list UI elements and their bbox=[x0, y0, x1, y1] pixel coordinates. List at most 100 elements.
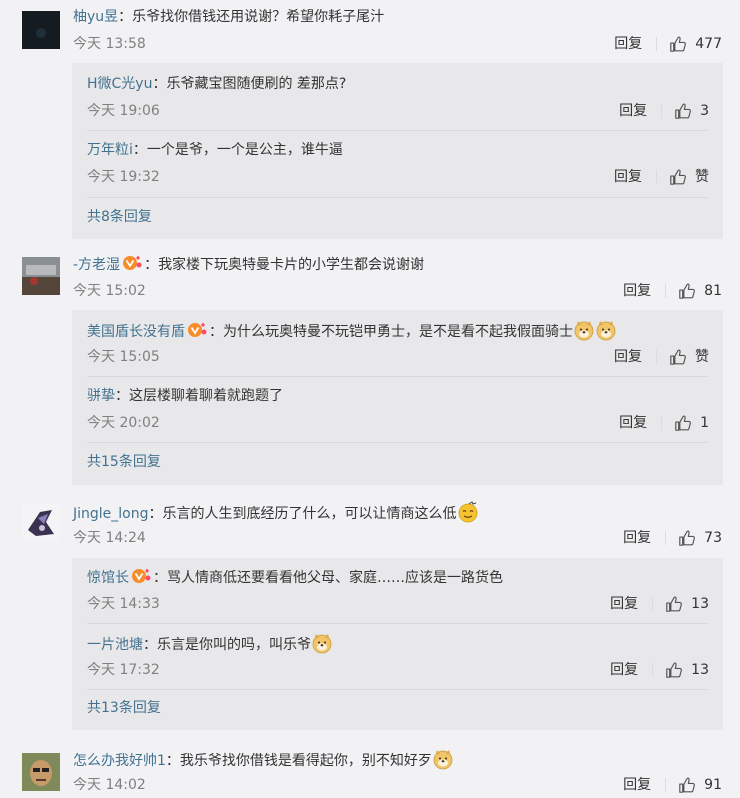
username-link[interactable]: 万年粒i bbox=[87, 142, 133, 158]
like-count: 73 bbox=[704, 530, 722, 546]
divider bbox=[87, 442, 708, 443]
reply-text: 惊馆长 ：骂人情商低还要看看他父母、家庭……应该是一路货色 bbox=[87, 567, 503, 589]
timestamp: 今天 19:32 bbox=[87, 169, 160, 185]
reply-button[interactable]: 回复 bbox=[619, 412, 647, 434]
username-link[interactable]: 惊馆长 bbox=[87, 570, 129, 586]
divider bbox=[656, 170, 657, 184]
like-button[interactable]: 1 bbox=[674, 412, 709, 434]
reply-actions: 回复 3 bbox=[619, 100, 709, 122]
like-button[interactable]: 13 bbox=[665, 593, 709, 615]
like-count: 13 bbox=[691, 596, 709, 612]
like-button[interactable]: 13 bbox=[665, 659, 709, 681]
timestamp: 今天 19:06 bbox=[87, 103, 160, 119]
replies-panel: H微C光yu：乐爷藏宝图随便刷的 差那点? 今天 19:06 回复 3 万年粒i… bbox=[72, 63, 723, 239]
reply-button[interactable]: 回复 bbox=[610, 593, 638, 615]
thumbs-up-icon bbox=[665, 595, 683, 613]
username-link[interactable]: 一片池塘 bbox=[87, 637, 143, 653]
thumbs-up-icon bbox=[678, 776, 696, 794]
reply-actions: 回复 赞 bbox=[614, 166, 709, 188]
like-count: 81 bbox=[704, 283, 722, 299]
comment-actions: 回复 91 bbox=[623, 774, 722, 796]
vip-badge-icon bbox=[121, 254, 143, 272]
divider bbox=[665, 778, 667, 792]
like-button[interactable]: 73 bbox=[678, 527, 722, 549]
reply-button[interactable]: 回复 bbox=[623, 280, 651, 302]
thumbs-up-icon bbox=[669, 35, 687, 53]
timestamp: 今天 13:58 bbox=[73, 36, 146, 52]
username-link[interactable]: 骈挚 bbox=[87, 388, 115, 404]
comment: Jingle_long：乐言的人生到底经历了什么，可以让情商这么低 今天 14:… bbox=[0, 496, 740, 736]
comment: -方老湿 ：我家楼下玩奥特曼卡片的小学生都会说谢谢 今天 15:02 回复 81 … bbox=[0, 248, 740, 486]
comment-text: 柚yu昱：乐爷找你借钱还用说谢？希望你耗子尾汁 bbox=[73, 9, 385, 25]
timestamp: 今天 14:02 bbox=[73, 777, 146, 793]
reply-actions: 回复 13 bbox=[610, 593, 709, 615]
username-link[interactable]: 美国盾长没有盾 bbox=[87, 324, 185, 340]
username-link[interactable]: 柚yu昱 bbox=[73, 9, 118, 25]
like-count: 91 bbox=[704, 777, 722, 793]
reply-text: 万年粒i：一个是爷，一个是公主，谁牛逼 bbox=[87, 142, 343, 158]
reply-actions: 回复 13 bbox=[610, 659, 709, 681]
like-button[interactable]: 3 bbox=[674, 100, 709, 122]
reply-button[interactable]: 回复 bbox=[619, 100, 647, 122]
reply-body: 骂人情商低还要看看他父母、家庭……应该是一路货色 bbox=[167, 570, 503, 586]
comment-body: 我乐爷找你借钱是看得起你，别不知好歹 bbox=[179, 753, 432, 769]
thumbs-up-icon bbox=[678, 529, 696, 547]
doge-emoji-icon bbox=[432, 748, 454, 770]
reply-text: 一片池塘：乐言是你叫的吗，叫乐爷 bbox=[87, 632, 333, 654]
doge-emoji-icon bbox=[595, 319, 617, 341]
thumbs-up-icon bbox=[674, 102, 692, 120]
divider bbox=[652, 597, 654, 611]
timestamp: 今天 17:32 bbox=[87, 662, 160, 678]
comment-actions: 回复 477 bbox=[614, 33, 722, 55]
reply-button[interactable]: 回复 bbox=[614, 346, 642, 368]
reply-actions: 回复 1 bbox=[619, 412, 709, 434]
comment: 柚yu昱：乐爷找你借钱还用说谢？希望你耗子尾汁 今天 13:58 回复 477 … bbox=[0, 0, 740, 240]
comment-actions: 回复 73 bbox=[623, 527, 722, 549]
comment-body: 我家楼下玩奥特曼卡片的小学生都会说谢谢 bbox=[158, 257, 425, 273]
thumbs-up-icon bbox=[678, 282, 696, 300]
avatar[interactable] bbox=[22, 11, 60, 49]
timestamp: 今天 15:05 bbox=[87, 349, 160, 365]
like-button[interactable]: 81 bbox=[678, 280, 722, 302]
like-count: 3 bbox=[700, 103, 709, 119]
reply-body: 乐爷藏宝图随便刷的 差那点? bbox=[166, 76, 347, 92]
avatar[interactable] bbox=[22, 753, 60, 791]
username-link[interactable]: H微C光yu bbox=[87, 76, 152, 92]
reply-button[interactable]: 回复 bbox=[623, 527, 651, 549]
view-more-replies-link[interactable]: 共8条回复 bbox=[87, 207, 152, 227]
reply-button[interactable]: 回复 bbox=[610, 659, 638, 681]
username-link[interactable]: Jingle_long bbox=[73, 506, 149, 522]
divider bbox=[665, 531, 667, 545]
timestamp: 今天 20:02 bbox=[87, 415, 160, 431]
comment-body: 乐爷找你借钱还用说谢？希望你耗子尾汁 bbox=[132, 9, 385, 25]
reply-button[interactable]: 回复 bbox=[623, 774, 651, 796]
vip-badge-icon bbox=[130, 567, 152, 585]
divider bbox=[656, 350, 657, 364]
avatar[interactable] bbox=[22, 504, 60, 542]
avatar[interactable] bbox=[22, 257, 60, 295]
reply-button[interactable]: 回复 bbox=[614, 166, 642, 188]
like-button[interactable]: 477 bbox=[669, 33, 722, 55]
username-link[interactable]: 怎么办我好帅1 bbox=[73, 753, 166, 769]
username-link[interactable]: -方老湿 bbox=[73, 257, 120, 273]
doge-emoji-icon bbox=[573, 319, 595, 341]
timestamp: 今天 14:33 bbox=[87, 596, 160, 612]
reply-button[interactable]: 回复 bbox=[614, 33, 642, 55]
like-count: 477 bbox=[695, 36, 722, 52]
like-button[interactable]: 91 bbox=[678, 774, 722, 796]
divider bbox=[87, 689, 708, 690]
like-button[interactable]: 赞 bbox=[669, 166, 709, 188]
reply-body: 一个是爷，一个是公主，谁牛逼 bbox=[146, 142, 343, 158]
vip-badge-icon bbox=[186, 321, 208, 339]
replies-panel: 惊馆长 ：骂人情商低还要看看他父母、家庭……应该是一路货色 今天 14:33 回复… bbox=[72, 558, 723, 730]
divider bbox=[652, 663, 654, 677]
reply-actions: 回复 赞 bbox=[614, 346, 709, 368]
comment-text: Jingle_long：乐言的人生到底经历了什么，可以让情商这么低 bbox=[73, 501, 479, 523]
like-button[interactable]: 赞 bbox=[669, 346, 709, 368]
view-more-replies-link[interactable]: 共15条回复 bbox=[87, 452, 161, 472]
comment-text: 怎么办我好帅1：我乐爷找你借钱是看得起你，别不知好歹 bbox=[73, 748, 454, 770]
reply-text: H微C光yu：乐爷藏宝图随便刷的 差那点? bbox=[87, 76, 347, 92]
divider bbox=[87, 130, 708, 131]
view-more-replies-link[interactable]: 共13条回复 bbox=[87, 698, 161, 718]
divider bbox=[87, 376, 708, 377]
